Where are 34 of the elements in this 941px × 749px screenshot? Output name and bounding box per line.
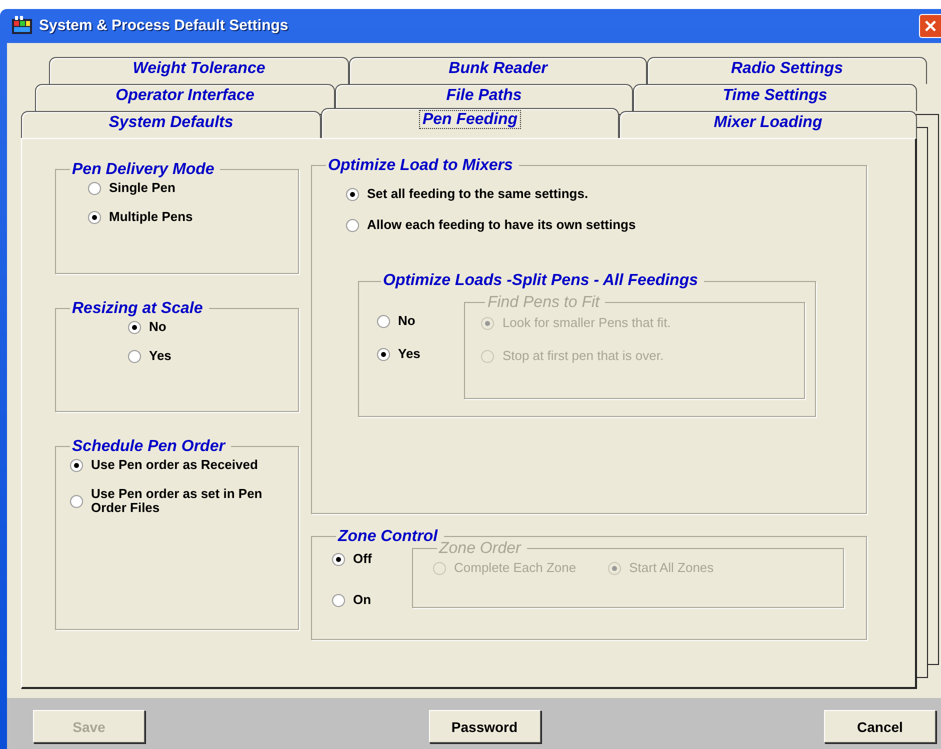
radio-option[interactable]: Off (332, 552, 388, 567)
radio-option[interactable]: Allow each feeding to have its own settings (346, 218, 856, 232)
radio-option[interactable]: Set all feeding to the same settings. (346, 186, 856, 202)
radio-option[interactable]: Use Pen order as set in Pen Order Files (70, 486, 270, 516)
tab[interactable]: Radio Settings (647, 57, 927, 84)
tab[interactable]: Operator Interface (35, 84, 335, 111)
tab[interactable]: Bunk Reader (349, 57, 647, 84)
tab[interactable]: Weight Tolerance (49, 57, 349, 84)
group-title: Zone Control (336, 528, 438, 546)
group-title: Zone Order (438, 540, 522, 558)
radio-option[interactable]: Use Pen order as Received (70, 458, 270, 473)
tab[interactable]: Mixer Loading (619, 111, 917, 138)
radio-option[interactable]: Yes (377, 347, 448, 362)
radio-option[interactable]: Single Pen (88, 180, 288, 196)
group-title: Resizing at Scale (71, 300, 204, 318)
radio-option[interactable]: No (377, 314, 448, 329)
group-title: Optimize Load to Mixers (327, 157, 514, 175)
group-title: Find Pens to Fit (486, 294, 601, 312)
group-title: Optimize Loads -Split Pens - All Feedings (382, 272, 699, 290)
tab[interactable]: Pen Feeding (321, 108, 619, 138)
tab[interactable]: Time Settings (633, 84, 917, 111)
radio-option[interactable]: On (332, 592, 388, 608)
password-button[interactable]: Password (428, 710, 540, 743)
radio-option[interactable]: Multiple Pens (88, 210, 288, 224)
tab[interactable]: System Defaults (21, 111, 321, 138)
cancel-button[interactable]: Cancel (824, 710, 936, 743)
radio-option[interactable]: Yes (128, 348, 288, 364)
group-title: Schedule Pen Order (71, 438, 227, 456)
close-icon[interactable] (919, 14, 941, 38)
tab[interactable]: File Paths (335, 84, 633, 111)
group-title: Pen Delivery Mode (71, 161, 216, 179)
window-title: System & Process Default Settings (39, 16, 288, 36)
app-icon (11, 16, 33, 36)
radio-option[interactable]: No (128, 320, 288, 335)
